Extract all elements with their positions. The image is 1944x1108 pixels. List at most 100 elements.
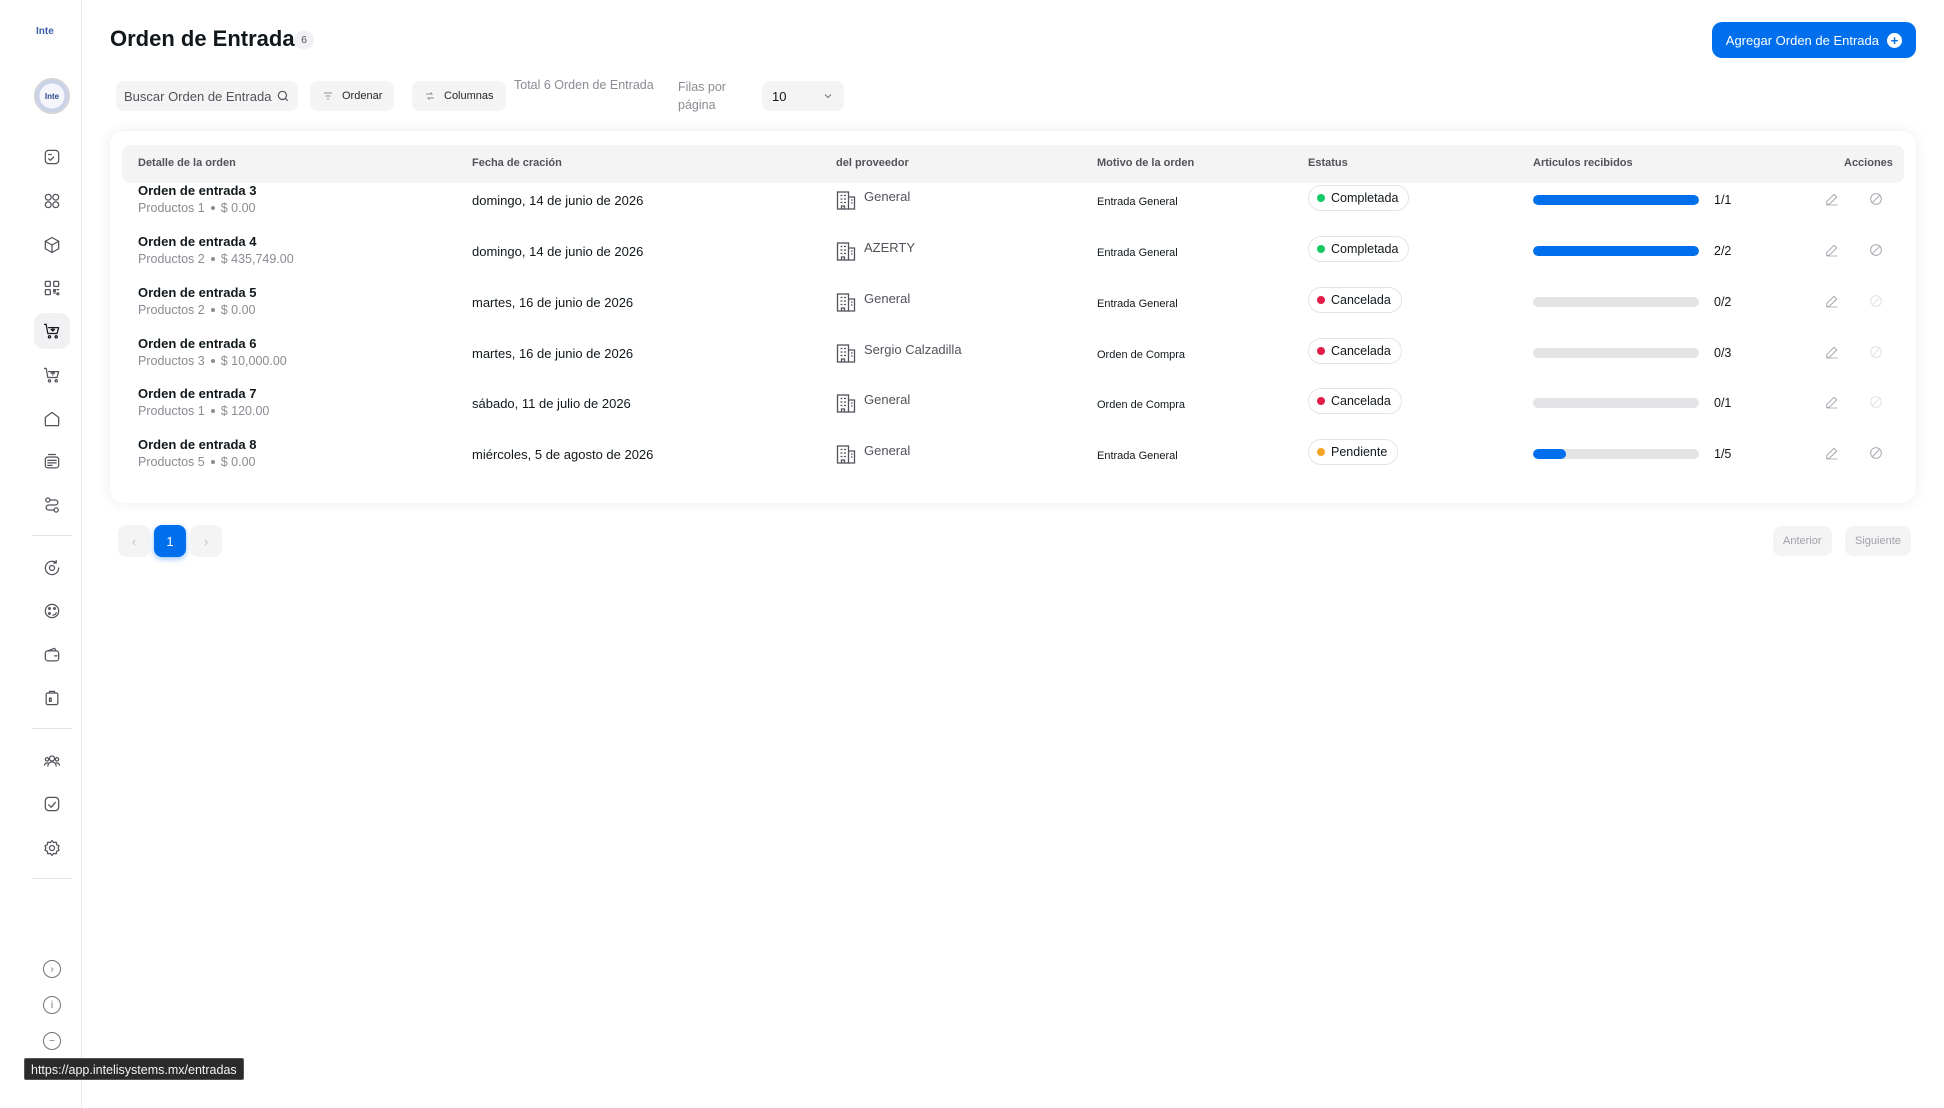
prev-page-arrow[interactable]: ‹: [118, 525, 150, 557]
progress-fill: [1533, 195, 1699, 205]
register-icon[interactable]: [34, 444, 70, 480]
cancel-order-icon[interactable]: [1868, 191, 1886, 209]
title-count-badge: 6: [294, 31, 314, 49]
status-label: Cancelada: [1331, 293, 1391, 307]
provider-name: General: [864, 291, 911, 306]
edit-icon[interactable]: [1824, 242, 1842, 260]
status-label: Cancelada: [1331, 394, 1391, 408]
refresh-icon[interactable]: [34, 550, 70, 586]
edit-icon[interactable]: [1824, 191, 1842, 209]
order-summary: Productos 1 $ 120.00: [138, 404, 269, 418]
received-progress-bar: [1533, 246, 1699, 256]
order-name[interactable]: Orden de entrada 3: [138, 183, 256, 198]
order-reason: Entrada General: [1097, 247, 1178, 259]
orders-table: Detalle de la orden Fecha de cración del…: [110, 131, 1916, 503]
order-reason: Entrada General: [1097, 450, 1178, 462]
edit-icon[interactable]: [1824, 344, 1842, 362]
separator-dot: [210, 408, 215, 413]
info-icon[interactable]: i: [43, 996, 61, 1014]
plus-circle-icon: +: [1887, 32, 1902, 48]
status-badge: Completada: [1308, 236, 1410, 262]
column-header: Detalle de la orden: [138, 157, 236, 169]
product-count: Productos 1: [138, 201, 205, 215]
column-header: Estatus: [1308, 157, 1348, 169]
avatar[interactable]: Inte: [34, 78, 70, 114]
status-bar-url: https://app.intelisystems.mx/entradas: [24, 1058, 244, 1080]
cancel-order-icon[interactable]: [1868, 242, 1886, 260]
order-summary: Productos 1 $ 0.00: [138, 201, 255, 215]
product-count: Productos 1: [138, 404, 205, 418]
app-logo[interactable]: Inte: [36, 26, 56, 44]
palette-icon[interactable]: [34, 593, 70, 629]
briefcase-icon[interactable]: [34, 680, 70, 716]
received-ratio: 1/5: [1714, 447, 1732, 461]
search-icon: [277, 90, 289, 102]
order-amount: $ 0.00: [220, 303, 256, 317]
cancel-order-icon[interactable]: [1868, 445, 1886, 463]
route-icon[interactable]: [34, 487, 70, 523]
qr-icon[interactable]: [34, 270, 70, 306]
table-row[interactable]: Orden de entrada 6 Productos 3 $ 10,000.00…: [110, 330, 1916, 380]
rows-per-page-select[interactable]: 10: [762, 81, 844, 111]
page-button-1[interactable]: 1: [154, 525, 186, 557]
order-amount: $ 0.00: [220, 201, 256, 215]
separator-dot: [210, 307, 215, 312]
add-order-button[interactable]: Agregar Orden de Entrada +: [1711, 22, 1916, 58]
edit-icon[interactable]: [1824, 394, 1842, 412]
status-badge: Cancelada: [1308, 338, 1402, 364]
received-ratio: 0/1: [1714, 396, 1732, 410]
sidebar: Inte Inte › i −: [0, 0, 82, 1108]
edit-icon[interactable]: [1824, 445, 1842, 463]
next-button[interactable]: Siguiente: [1845, 526, 1911, 556]
order-summary: Productos 2 $ 435,749.00: [138, 252, 294, 266]
building-icon: [836, 443, 856, 465]
order-reason: Entrada General: [1097, 196, 1178, 208]
order-name[interactable]: Orden de entrada 7: [138, 386, 256, 401]
product-count: Productos 3: [138, 354, 205, 368]
order-name[interactable]: Orden de entrada 4: [138, 234, 256, 249]
sort-button[interactable]: Ordenar: [310, 81, 395, 111]
cart-in-icon[interactable]: [34, 313, 70, 349]
product-count: Productos 5: [138, 455, 205, 469]
edit-icon[interactable]: [1824, 293, 1842, 311]
cart-out-icon[interactable]: [34, 357, 70, 393]
order-date: martes, 16 de junio de 2026: [472, 346, 634, 361]
table-row[interactable]: Orden de entrada 7 Productos 1 $ 120.00 sáb…: [110, 380, 1916, 430]
table-row[interactable]: Orden de entrada 8 Productos 5 $ 0.00 miérc…: [110, 431, 1916, 481]
building-icon: [836, 240, 856, 262]
wallet-icon[interactable]: [34, 637, 70, 673]
order-amount: $ 0.00: [220, 455, 256, 469]
status-label: Cancelada: [1331, 344, 1391, 358]
received-ratio: 0/2: [1714, 295, 1732, 309]
order-name[interactable]: Orden de entrada 6: [138, 336, 256, 351]
column-header: Motivo de la orden: [1097, 157, 1195, 169]
table-row[interactable]: Orden de entrada 3 Productos 1 $ 0.00 domin…: [110, 177, 1916, 227]
order-amount: $ 120.00: [220, 404, 270, 418]
order-name[interactable]: Orden de entrada 5: [138, 285, 256, 300]
status-badge: Completada: [1308, 185, 1410, 211]
settings-icon[interactable]: [34, 830, 70, 866]
progress-fill: [1533, 449, 1567, 459]
next-page-arrow[interactable]: ›: [190, 525, 222, 557]
status-label: Completada: [1331, 242, 1399, 256]
reports-icon[interactable]: [34, 786, 70, 822]
order-name[interactable]: Orden de entrada 8: [138, 437, 256, 452]
warehouse-icon[interactable]: [34, 401, 70, 437]
users-icon[interactable]: [34, 743, 70, 779]
table-row[interactable]: Orden de entrada 5 Productos 2 $ 0.00 marte…: [110, 279, 1916, 329]
box-icon[interactable]: [34, 227, 70, 263]
order-summary: Productos 2 $ 0.00: [138, 303, 255, 317]
collapse-icon[interactable]: −: [43, 1032, 61, 1050]
columns-button[interactable]: Columnas: [412, 81, 506, 111]
dashboard-icon[interactable]: [34, 139, 70, 175]
separator-dot: [210, 358, 215, 363]
search-input[interactable]: Buscar Orden de Entrada: [116, 81, 298, 111]
sidebar-divider: [32, 535, 72, 536]
previous-button[interactable]: Anterior: [1773, 526, 1832, 556]
table-row[interactable]: Orden de entrada 4 Productos 2 $ 435,749.0…: [110, 228, 1916, 278]
expand-sidebar-icon[interactable]: ›: [43, 960, 61, 978]
received-progress-bar: [1533, 449, 1699, 459]
columns-icon: [426, 92, 434, 100]
grid-icon[interactable]: [34, 183, 70, 219]
sort-label: Ordenar: [342, 90, 383, 102]
